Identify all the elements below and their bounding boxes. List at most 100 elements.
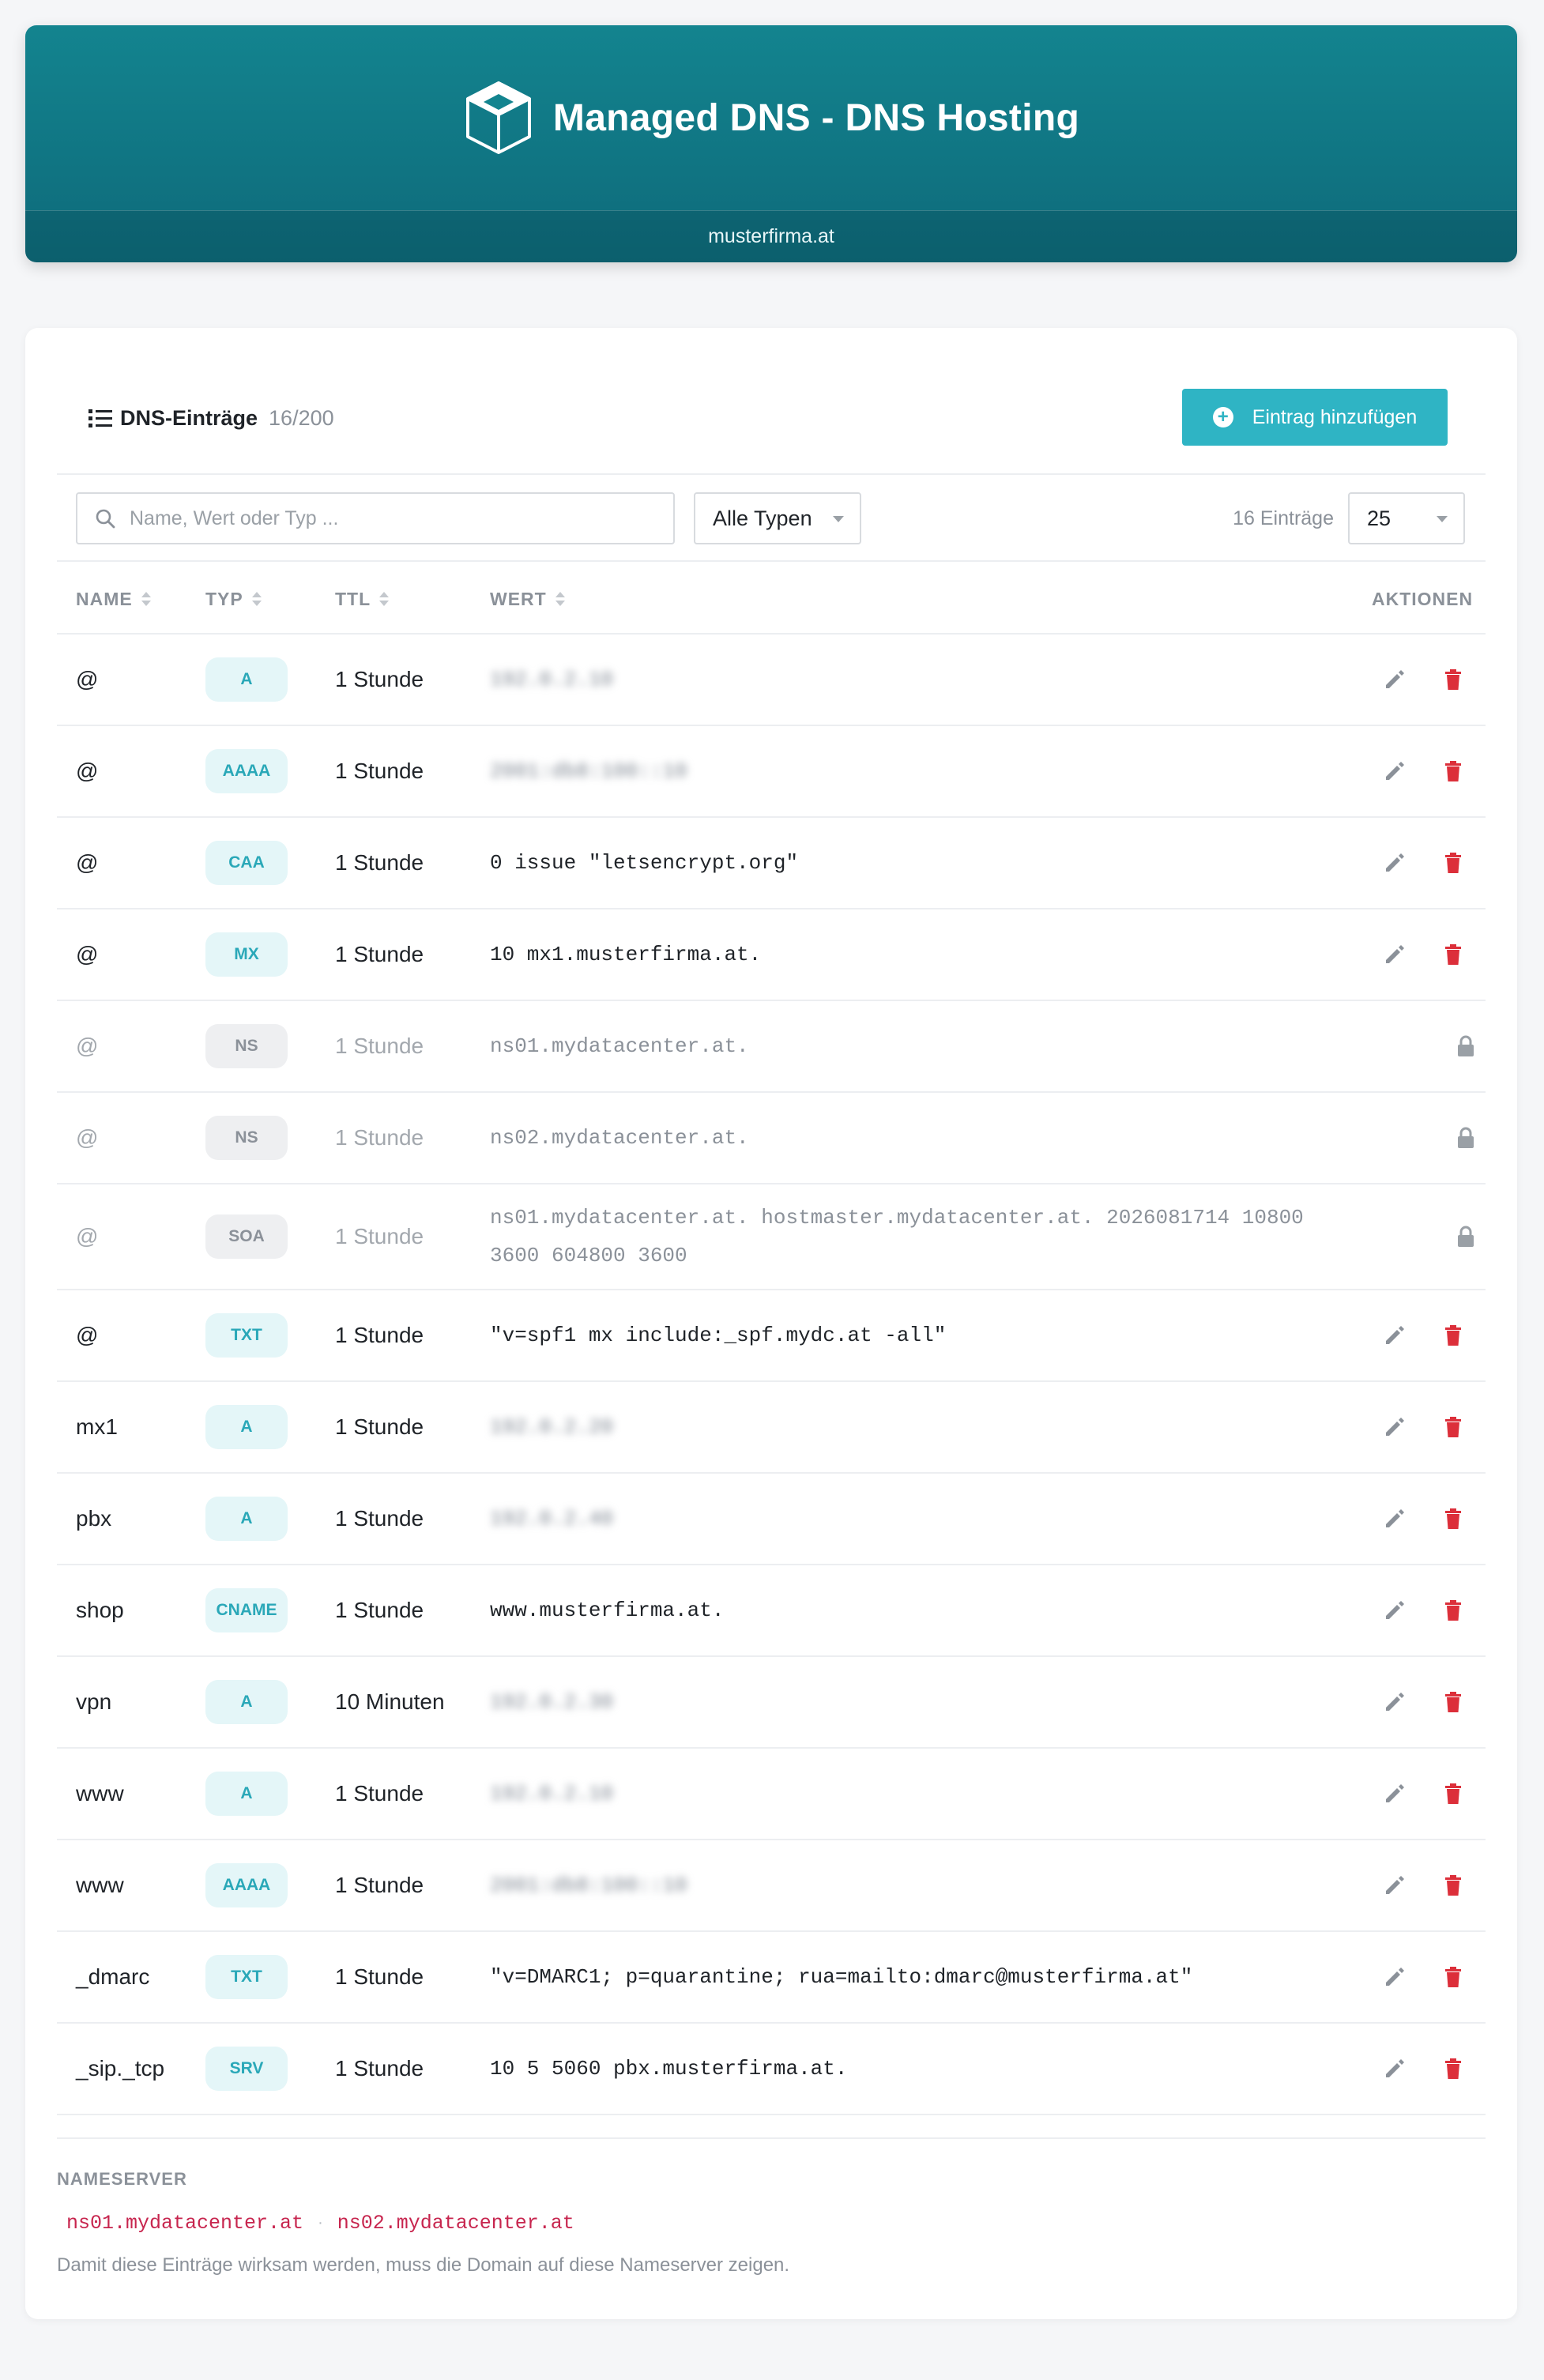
table-row: _sip._tcp SRV 1 Stunde 10 5 5060 pbx.muster… <box>57 2024 1486 2115</box>
plus-circle-icon: + <box>1212 407 1233 427</box>
record-name: _sip._tcp <box>76 2056 165 2081</box>
record-type-cell: A <box>205 635 288 725</box>
record-name: @ <box>76 1323 99 1347</box>
table-row: @ MX 1 Stunde 10 mx1.musterfirma.at. <box>57 909 1486 1001</box>
pencil-icon[interactable] <box>1381 666 1408 693</box>
pencil-icon[interactable] <box>1381 2055 1408 2082</box>
dns-card: DNS-Einträge 16/200 + Eintrag hinzufügen… <box>25 328 1517 2319</box>
trash-icon[interactable] <box>1440 1872 1467 1899</box>
record-type-badge: CNAME <box>205 1588 288 1632</box>
trash-icon[interactable] <box>1440 1597 1467 1624</box>
record-value-cell: 2001:db8:100::10 <box>490 1840 1359 1930</box>
column-label: TYP <box>205 588 243 609</box>
record-ttl: 1 Stunde <box>335 942 424 966</box>
record-name: mx1 <box>76 1414 118 1439</box>
record-type-cell: AAAA <box>205 726 288 816</box>
search-icon <box>96 509 115 529</box>
column-header-type[interactable]: TYP <box>205 563 262 635</box>
trash-icon[interactable] <box>1440 1505 1467 1532</box>
table-header: NAME TYP TTL WERT AKTIONEN <box>57 563 1486 635</box>
trash-icon[interactable] <box>1440 1322 1467 1349</box>
record-value: ns02.mydatacenter.at. <box>490 1126 749 1150</box>
column-header-value[interactable]: WERT <box>490 563 566 635</box>
record-value: ns01.mydatacenter.at. <box>490 1034 749 1058</box>
trash-icon[interactable] <box>1440 2055 1467 2082</box>
pencil-icon[interactable] <box>1381 849 1408 876</box>
record-actions <box>1353 818 1479 908</box>
record-value: 2001:db8:100::10 <box>490 759 687 783</box>
record-type-cell: NS <box>205 1001 288 1091</box>
record-type-badge: A <box>205 657 288 702</box>
page-title: Managed DNS - DNS Hosting <box>552 96 1080 139</box>
column-header-ttl[interactable]: TTL <box>335 563 390 635</box>
trash-icon[interactable] <box>1440 1414 1467 1440</box>
pencil-icon[interactable] <box>1381 1597 1408 1624</box>
record-type-cell: TXT <box>205 1932 288 2022</box>
record-ttl: 1 Stunde <box>335 667 424 691</box>
page-size-value: 25 <box>1367 506 1391 530</box>
trash-icon[interactable] <box>1440 1689 1467 1715</box>
record-ttl: 1 Stunde <box>335 1414 424 1439</box>
table-row: @ SOA 1 Stunde ns01.mydatacenter.at. hostma… <box>57 1184 1486 1290</box>
trash-icon[interactable] <box>1440 1780 1467 1807</box>
pencil-icon[interactable] <box>1381 1964 1408 1990</box>
trash-icon[interactable] <box>1440 1964 1467 1990</box>
record-ttl: 1 Stunde <box>335 1323 424 1347</box>
record-ttl: 1 Stunde <box>335 1506 424 1531</box>
record-name: www <box>76 1873 124 1897</box>
sort-icon <box>141 592 151 606</box>
sort-icon <box>251 592 262 606</box>
table-row: pbx A 1 Stunde 192.0.2.40 <box>57 1474 1486 1565</box>
table-row: @ NS 1 Stunde ns02.mydatacenter.at. <box>57 1093 1486 1184</box>
record-type-badge: A <box>205 1772 288 1816</box>
record-ttl: 10 Minuten <box>335 1689 445 1714</box>
page-size-select[interactable]: 25 <box>1348 492 1465 544</box>
table-row: vpn A 10 Minuten 192.0.2.30 <box>57 1657 1486 1749</box>
record-type-cell: A <box>205 1749 288 1839</box>
chevron-down-icon <box>833 516 844 522</box>
header-main: Managed DNS - DNS Hosting <box>25 25 1517 210</box>
pencil-icon[interactable] <box>1381 1505 1408 1532</box>
record-actions <box>1353 1290 1479 1380</box>
column-header-name[interactable]: NAME <box>76 563 152 635</box>
record-type-badge: A <box>205 1680 288 1724</box>
type-filter-select[interactable]: Alle Typen <box>694 492 861 544</box>
pencil-icon[interactable] <box>1381 1872 1408 1899</box>
record-value-cell: "v=spf1 mx include:_spf.mydc.at -all" <box>490 1290 1359 1380</box>
trash-icon[interactable] <box>1440 941 1467 968</box>
record-value-cell: "v=DMARC1; p=quarantine; rua=mailto:dmar… <box>490 1932 1359 2022</box>
search-input[interactable] <box>130 507 635 530</box>
pencil-icon[interactable] <box>1381 941 1408 968</box>
record-actions <box>1353 2024 1479 2114</box>
record-name: @ <box>76 759 99 783</box>
record-value-cell: ns02.mydatacenter.at. <box>490 1093 1359 1183</box>
trash-icon[interactable] <box>1440 849 1467 876</box>
table-row: www AAAA 1 Stunde 2001:db8:100::10 <box>57 1840 1486 1932</box>
record-type-cell: CNAME <box>205 1565 288 1655</box>
record-value: 192.0.2.20 <box>490 1415 614 1439</box>
add-entry-button[interactable]: + Eintrag hinzufügen <box>1182 389 1448 446</box>
list-icon <box>88 409 112 427</box>
trash-icon[interactable] <box>1440 666 1467 693</box>
pencil-icon[interactable] <box>1381 758 1408 785</box>
record-actions <box>1353 1382 1479 1472</box>
search-box[interactable] <box>76 492 675 544</box>
record-value: 0 issue "letsencrypt.org" <box>490 851 799 875</box>
pencil-icon[interactable] <box>1381 1322 1408 1349</box>
record-type-badge: TXT <box>205 1313 288 1358</box>
record-actions <box>1353 1657 1479 1747</box>
pencil-icon[interactable] <box>1381 1689 1408 1715</box>
filter-bar: Alle Typen 16 Einträge 25 <box>57 476 1486 562</box>
record-type-badge: SOA <box>205 1214 288 1259</box>
record-value-cell: 192.0.2.20 <box>490 1382 1359 1472</box>
column-label: WERT <box>490 588 547 609</box>
column-label: AKTIONEN <box>1372 588 1474 609</box>
app-header: Managed DNS - DNS Hosting musterfirma.at <box>25 25 1517 262</box>
record-name: shop <box>76 1598 124 1622</box>
record-ttl: 1 Stunde <box>335 1598 424 1622</box>
pencil-icon[interactable] <box>1381 1780 1408 1807</box>
dns-table: NAME TYP TTL WERT AKTIONEN @ A 1 Stunde 192… <box>57 563 1486 2115</box>
table-row: www A 1 Stunde 192.0.2.10 <box>57 1749 1486 1840</box>
pencil-icon[interactable] <box>1381 1414 1408 1440</box>
trash-icon[interactable] <box>1440 758 1467 785</box>
